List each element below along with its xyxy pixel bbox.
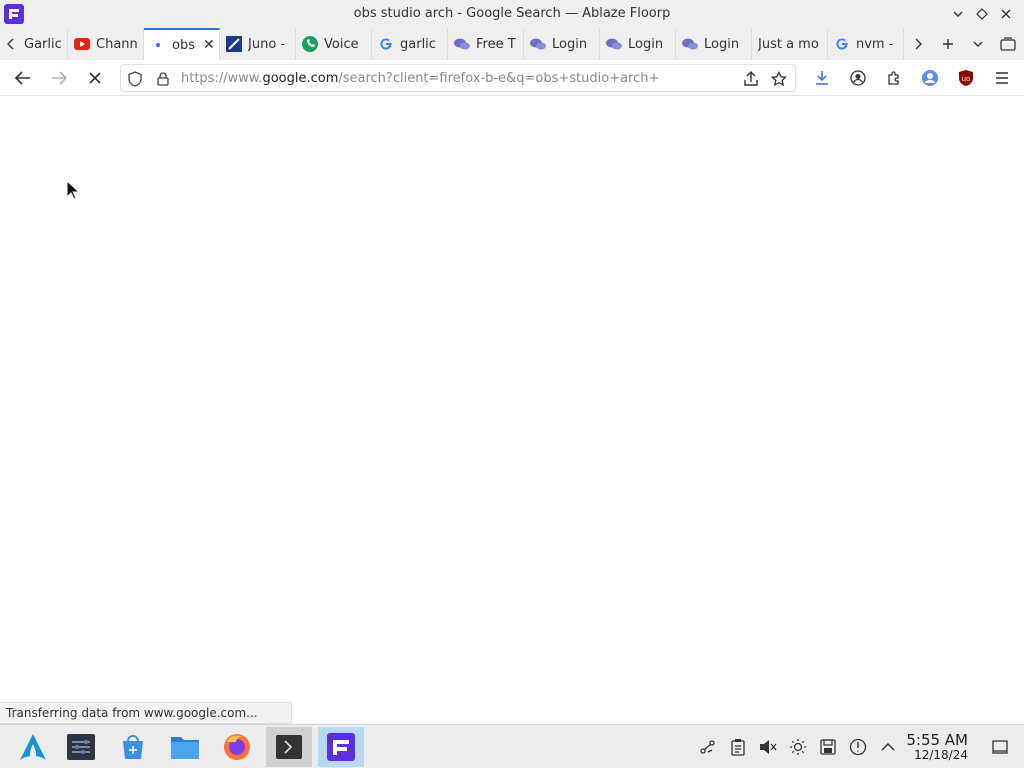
show-desktop-icon[interactable] (990, 737, 1010, 757)
tab-label: Login (552, 36, 588, 52)
storage-icon[interactable] (818, 737, 838, 757)
navigation-bar: https://www.google.com/search?client=fir… (0, 60, 1024, 96)
url-host: google.com (262, 71, 339, 86)
volume-muted-icon[interactable] (758, 737, 778, 757)
floorp-browser-taskbar-icon[interactable] (318, 727, 364, 767)
show-hidden-tray-icon[interactable] (878, 737, 898, 757)
tab-label: Garlic (24, 36, 62, 52)
account-icon[interactable] (848, 68, 868, 88)
workspaces-icon[interactable] (998, 34, 1018, 54)
tab-free[interactable]: Free T (448, 28, 524, 60)
firefox-icon[interactable] (214, 727, 260, 767)
google-icon (378, 36, 394, 52)
tab-obs-active[interactable]: obs ✕ (144, 28, 220, 60)
arch-linux-launcher-icon[interactable] (10, 727, 56, 767)
bookmark-star-icon[interactable] (769, 69, 789, 89)
taskbar: 5:55 AM 12/18/24 (0, 724, 1024, 768)
url-text[interactable]: https://www.google.com/search?client=fir… (181, 71, 659, 86)
software-store-icon[interactable] (110, 727, 156, 767)
tab-nvm[interactable]: nvm - (828, 28, 904, 60)
stop-loading-button[interactable] (84, 68, 106, 88)
network-icon[interactable] (698, 737, 718, 757)
loading-dot-icon (150, 37, 166, 53)
mouse-cursor-icon (66, 179, 81, 204)
clock-time: 5:55 AM (906, 731, 968, 749)
tab-garlic-google[interactable]: garlic (372, 28, 448, 60)
back-button[interactable] (12, 68, 34, 88)
tab-label: garlic (400, 36, 436, 52)
google-icon (834, 36, 850, 52)
tab-label: Login (704, 36, 740, 52)
tracking-protection-shield-icon[interactable] (127, 71, 143, 87)
svg-text:uo: uo (962, 75, 971, 83)
tab-label: Chann (96, 36, 138, 52)
tab-voice[interactable]: Voice (296, 28, 372, 60)
tab-login-2[interactable]: Login (600, 28, 676, 60)
tab-label: Just a mo (758, 36, 819, 52)
file-manager-icon[interactable] (162, 727, 208, 767)
status-text: Transferring data from www.google.com... (0, 702, 292, 724)
tab-juno[interactable]: Juno - (220, 28, 296, 60)
window-title: obs studio arch - Google Search — Ablaze… (353, 6, 671, 21)
url-path: /search?client=firefox-b-e&q=obs+studio+… (338, 71, 660, 86)
tab-garlic[interactable]: Garlic (18, 28, 68, 60)
clock-date: 12/18/24 (914, 748, 968, 762)
update-notifier-icon[interactable] (848, 737, 868, 757)
chat-icon (682, 36, 698, 52)
tab-label: Juno - (248, 36, 286, 52)
url-prefix: https://www. (181, 71, 263, 86)
tab-label: Voice (324, 36, 359, 52)
new-tab-button[interactable] (938, 34, 958, 54)
tab-label: nvm - (856, 36, 894, 52)
tab-label: Free T (476, 36, 516, 52)
tab-channel[interactable]: Chann (68, 28, 144, 60)
list-all-tabs-button[interactable] (968, 34, 988, 54)
tab-login-1[interactable]: Login (524, 28, 600, 60)
tab-scroll-right-button[interactable] (908, 34, 928, 54)
juno-icon (226, 36, 242, 52)
hamburger-menu-icon[interactable] (992, 68, 1012, 88)
youtube-icon (74, 36, 90, 52)
tab-login-3[interactable]: Login (676, 28, 752, 60)
page-content[interactable] (0, 96, 1024, 724)
tab-label: obs (172, 37, 195, 53)
phone-icon (302, 36, 318, 52)
system-settings-icon[interactable] (58, 727, 104, 767)
profile-avatar-icon[interactable] (920, 68, 940, 88)
lock-icon[interactable] (155, 71, 171, 87)
chat-icon (454, 36, 470, 52)
share-icon[interactable] (741, 69, 761, 89)
close-window-button[interactable] (998, 4, 1014, 24)
forward-button[interactable] (48, 68, 70, 88)
chat-icon (606, 36, 622, 52)
clipboard-icon[interactable] (728, 737, 748, 757)
chat-icon (530, 36, 546, 52)
brightness-icon[interactable] (788, 737, 808, 757)
clock[interactable]: 5:55 AM 12/18/24 (906, 732, 968, 762)
tab-just-a-moment[interactable]: Just a mo (752, 28, 828, 60)
tab-strip: Garlic Chann obs ✕ Juno - Voice garlic F… (0, 28, 1024, 60)
downloads-icon[interactable] (812, 68, 832, 88)
ublock-origin-icon[interactable]: uo (956, 68, 976, 88)
title-bar: obs studio arch - Google Search — Ablaze… (0, 0, 1024, 28)
url-bar[interactable]: https://www.google.com/search?client=fir… (120, 64, 796, 92)
tab-label: Login (628, 36, 664, 52)
tab-scroll-left-button[interactable] (4, 34, 18, 54)
extensions-puzzle-icon[interactable] (884, 68, 904, 88)
maximize-button[interactable] (974, 4, 990, 24)
terminal-icon[interactable] (266, 727, 312, 767)
close-tab-icon[interactable]: ✕ (203, 37, 215, 53)
minimize-button[interactable] (950, 4, 966, 24)
